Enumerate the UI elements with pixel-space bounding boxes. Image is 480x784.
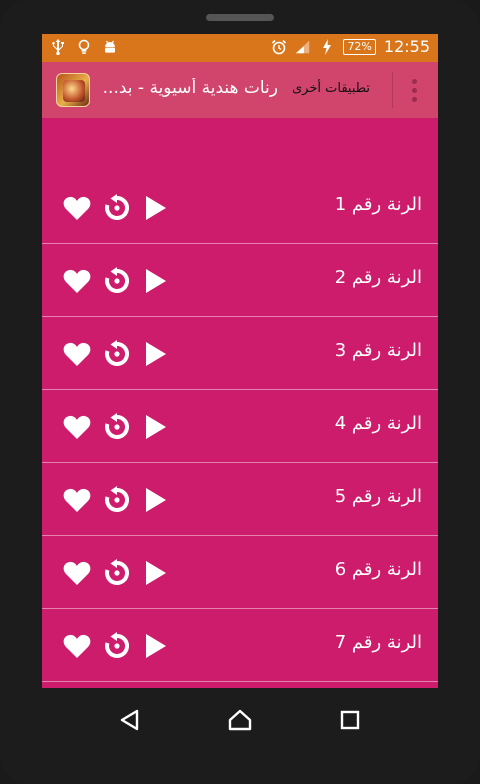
replay-icon[interactable] bbox=[102, 412, 132, 442]
screen: 72% 12:55 رنات هندية أسيوية - بد... تطبي… bbox=[42, 34, 438, 688]
ringtone-label: الرنة رقم 7 bbox=[334, 632, 422, 653]
usb-icon bbox=[50, 38, 66, 56]
play-icon[interactable] bbox=[140, 193, 170, 223]
ringtone-label: الرنة رقم 1 bbox=[334, 194, 422, 215]
status-time: 12:55 bbox=[383, 37, 430, 56]
app-bar-divider bbox=[392, 72, 393, 108]
more-vertical-icon[interactable] bbox=[402, 74, 426, 106]
android-icon bbox=[102, 38, 118, 56]
heart-icon[interactable] bbox=[62, 485, 92, 515]
app-bar: رنات هندية أسيوية - بد... تطبيقات أخرى bbox=[42, 62, 438, 118]
phone-frame: 72% 12:55 رنات هندية أسيوية - بد... تطبي… bbox=[0, 0, 480, 784]
ringtone-label: الرنة رقم 6 bbox=[334, 559, 422, 580]
heart-icon[interactable] bbox=[62, 266, 92, 296]
play-icon[interactable] bbox=[140, 412, 170, 442]
replay-icon[interactable] bbox=[102, 631, 132, 661]
list-item[interactable]: الرنة رقم 6 bbox=[42, 536, 438, 609]
charging-icon bbox=[319, 38, 335, 56]
play-icon[interactable] bbox=[140, 631, 170, 661]
list-item[interactable]: الرنة رقم 5 bbox=[42, 463, 438, 536]
list-item[interactable]: الرنة رقم 3 bbox=[42, 317, 438, 390]
ringtone-list: الرنة رقم 1 الرنة رقم 2 الرنة رقم 3 الرن… bbox=[42, 171, 438, 682]
play-icon[interactable] bbox=[140, 339, 170, 369]
list-item[interactable]: الرنة رقم 2 bbox=[42, 244, 438, 317]
home-icon[interactable] bbox=[224, 704, 256, 736]
navigation-bar bbox=[0, 688, 480, 784]
heart-icon[interactable] bbox=[62, 339, 92, 369]
status-bar: 72% 12:55 bbox=[42, 34, 438, 62]
replay-icon[interactable] bbox=[102, 558, 132, 588]
play-icon[interactable] bbox=[140, 558, 170, 588]
other-apps-button[interactable]: تطبيقات أخرى bbox=[292, 81, 370, 96]
play-icon[interactable] bbox=[140, 266, 170, 296]
battery-indicator: 72% bbox=[343, 38, 376, 55]
recents-icon[interactable] bbox=[334, 704, 366, 736]
heart-icon[interactable] bbox=[62, 631, 92, 661]
heart-icon[interactable] bbox=[62, 412, 92, 442]
replay-icon[interactable] bbox=[102, 193, 132, 223]
app-title: رنات هندية أسيوية - بد... bbox=[102, 78, 278, 98]
replay-icon[interactable] bbox=[102, 266, 132, 296]
replay-icon[interactable] bbox=[102, 485, 132, 515]
speaker-grille bbox=[206, 14, 274, 21]
heart-icon[interactable] bbox=[62, 193, 92, 223]
signal-icon bbox=[295, 38, 311, 56]
replay-icon[interactable] bbox=[102, 339, 132, 369]
play-icon[interactable] bbox=[140, 485, 170, 515]
alarm-icon bbox=[271, 38, 287, 56]
ringtone-label: الرنة رقم 2 bbox=[334, 267, 422, 288]
ringtone-label: الرنة رقم 5 bbox=[334, 486, 422, 507]
ringtone-label: الرنة رقم 3 bbox=[334, 340, 422, 361]
list-item[interactable]: الرنة رقم 4 bbox=[42, 390, 438, 463]
list-item[interactable]: الرنة رقم 7 bbox=[42, 609, 438, 682]
list-item[interactable]: الرنة رقم 1 bbox=[42, 171, 438, 244]
ringtone-label: الرنة رقم 4 bbox=[334, 413, 422, 434]
heart-icon[interactable] bbox=[62, 558, 92, 588]
back-icon[interactable] bbox=[114, 704, 146, 736]
app-logo[interactable] bbox=[56, 73, 90, 107]
lightbulb-icon bbox=[76, 38, 92, 56]
